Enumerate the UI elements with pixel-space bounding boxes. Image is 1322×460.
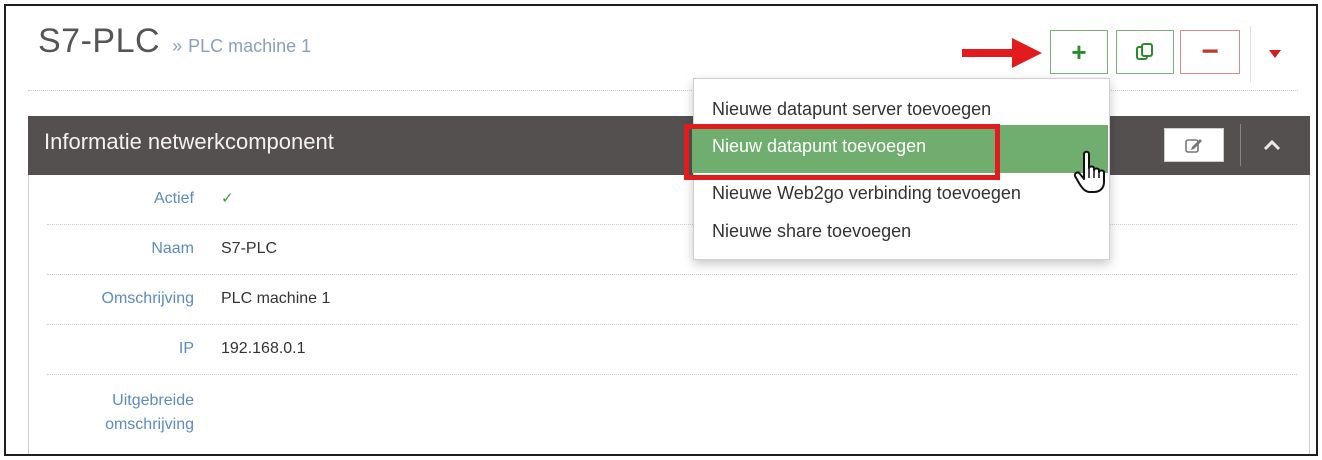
field-label: Naam <box>151 240 194 257</box>
field-label: IP <box>178 340 194 357</box>
edit-icon <box>1185 139 1202 153</box>
remove-button[interactable]: − <box>1180 30 1240 74</box>
field-row-ip: IP 192.168.0.1 <box>47 325 1297 375</box>
field-label: Uitgebreide omschrijving <box>105 392 194 433</box>
chevron-up-icon <box>1263 139 1281 151</box>
title-main: S7-PLC <box>38 22 161 60</box>
red-arrow-icon <box>962 38 1042 68</box>
copy-button[interactable] <box>1116 30 1174 74</box>
caret-down-icon <box>1269 50 1281 58</box>
minus-icon: − <box>1201 35 1219 68</box>
breadcrumb-separator: » <box>172 36 183 56</box>
menu-item-web2go-verbinding[interactable]: Nieuwe Web2go verbinding toevoegen <box>712 183 1021 204</box>
checkbox-checked-icon[interactable]: ✓ <box>221 189 234 207</box>
field-row-omschrijving: Omschrijving PLC machine 1 <box>47 275 1297 325</box>
plus-icon: + <box>1071 36 1087 67</box>
highlight-box <box>684 124 1000 180</box>
collapse-button[interactable] <box>1254 130 1290 160</box>
menu-item-share[interactable]: Nieuwe share toevoegen <box>712 221 911 242</box>
field-row-uitgebreide-omschrijving: Uitgebreide omschrijving <box>47 375 1297 449</box>
panel-body: Actief ✓ Naam S7-PLC Omschrijving PLC ma… <box>28 175 1310 454</box>
copy-icon <box>1136 43 1153 60</box>
page-title: S7-PLC » PLC machine 1 <box>38 22 311 72</box>
field-label: Omschrijving <box>101 290 194 307</box>
panel-header-divider <box>1240 124 1241 166</box>
edit-button[interactable] <box>1164 128 1224 162</box>
panel-title: Informatie netwerkcomponent <box>44 129 334 154</box>
hand-cursor-icon <box>1073 150 1105 193</box>
toolbar-divider <box>1250 26 1251 82</box>
breadcrumb-subtitle: PLC machine 1 <box>188 36 312 56</box>
field-label: Actief <box>153 190 194 207</box>
field-value: PLC machine 1 <box>221 290 331 307</box>
panel-header: Informatie netwerkcomponent <box>28 116 1310 175</box>
field-value: 192.168.0.1 <box>221 340 306 357</box>
menu-item-datapunt-server[interactable]: Nieuwe datapunt server toevoegen <box>712 99 991 120</box>
field-value: S7-PLC <box>221 240 278 257</box>
more-dropdown-button[interactable] <box>1262 44 1288 64</box>
add-button[interactable]: + <box>1050 30 1108 74</box>
